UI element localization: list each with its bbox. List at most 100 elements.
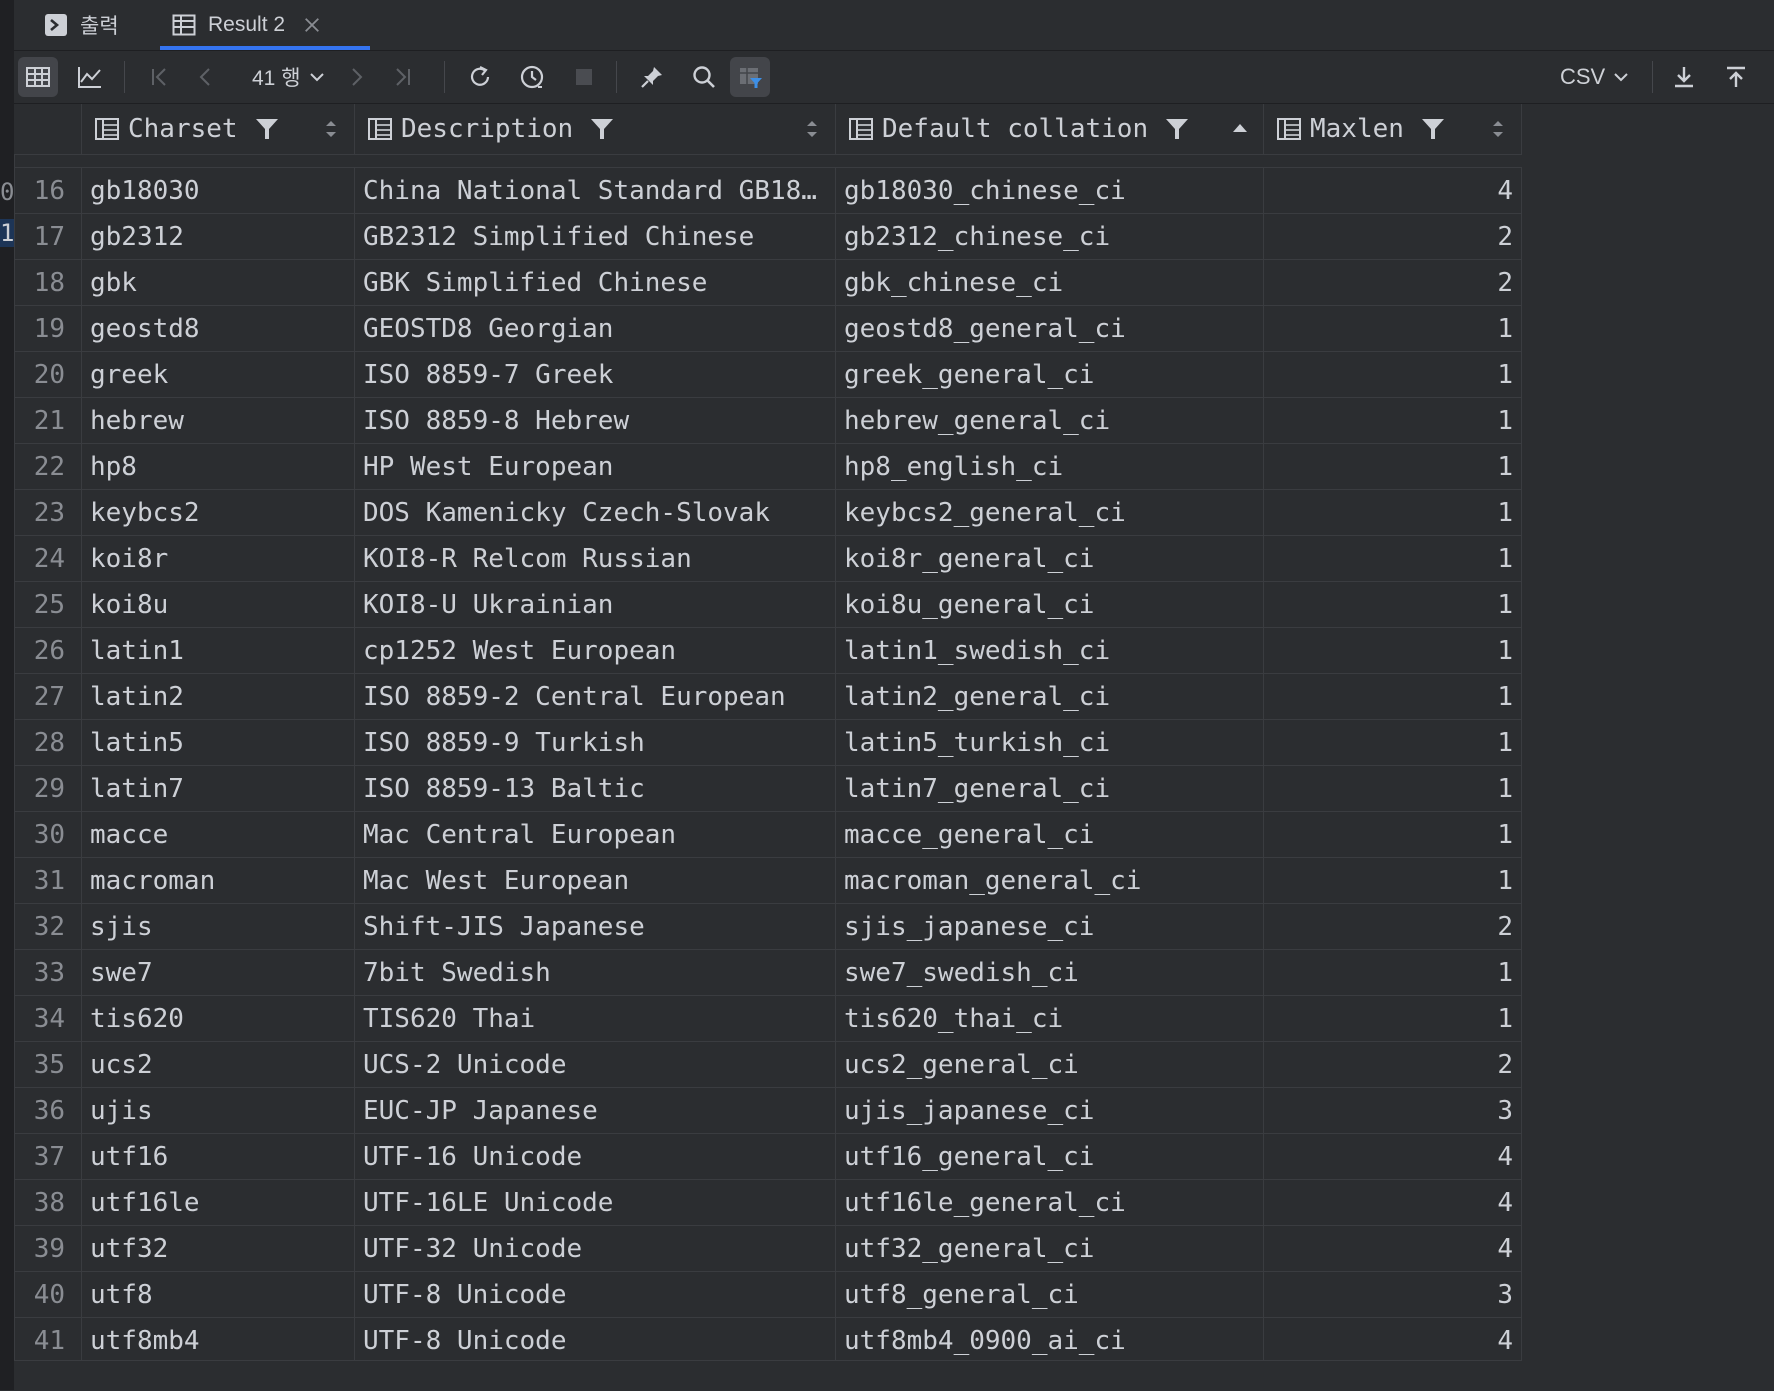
default-collation-cell[interactable]: ucs2_general_ci <box>836 1042 1264 1088</box>
default-collation-cell[interactable]: greek_general_ci <box>836 352 1264 398</box>
download-button[interactable] <box>1664 57 1704 97</box>
chart-view-button[interactable] <box>70 57 110 97</box>
default-collation-cell[interactable]: macroman_general_ci <box>836 858 1264 904</box>
maxlen-cell[interactable]: 4 <box>1264 1134 1522 1180</box>
charset-cell[interactable]: hebrew <box>82 398 355 444</box>
table-row[interactable]: 32 sjis Shift-JIS Japanese sjis_japanese_ci… <box>14 904 1522 950</box>
description-cell[interactable]: ISO 8859-9 Turkish <box>355 720 836 766</box>
charset-cell[interactable]: gbk <box>82 260 355 306</box>
filter-icon[interactable] <box>1420 116 1446 142</box>
maxlen-cell[interactable]: 4 <box>1264 168 1522 214</box>
default-collation-cell[interactable]: utf8mb4_0900_ai_ci <box>836 1318 1264 1364</box>
filter-view-button[interactable] <box>730 57 770 97</box>
table-view-button[interactable] <box>18 57 58 97</box>
description-cell[interactable]: UCS-2 Unicode <box>355 1042 836 1088</box>
default-collation-cell[interactable]: gb18030_chinese_ci <box>836 168 1264 214</box>
default-collation-cell[interactable]: utf32_general_ci <box>836 1226 1264 1272</box>
description-cell[interactable]: DOS Kamenicky Czech-Slovak <box>355 490 836 536</box>
description-cell[interactable]: Shift-JIS Japanese <box>355 904 836 950</box>
maxlen-cell[interactable]: 1 <box>1264 858 1522 904</box>
maxlen-cell[interactable]: 3 <box>1264 1088 1522 1134</box>
charset-cell[interactable]: ucs2 <box>82 1042 355 1088</box>
table-row[interactable]: 19 geostd8 GEOSTD8 Georgian geostd8_general… <box>14 306 1522 352</box>
description-cell[interactable]: TIS620 Thai <box>355 996 836 1042</box>
default-collation-cell[interactable]: latin1_swedish_ci <box>836 628 1264 674</box>
description-cell[interactable]: 7bit Swedish <box>355 950 836 996</box>
table-row[interactable]: 41 utf8mb4 UTF-8 Unicode utf8mb4_0900_ai_ci… <box>14 1318 1522 1364</box>
default-collation-cell[interactable]: ujis_japanese_ci <box>836 1088 1264 1134</box>
maxlen-cell[interactable]: 4 <box>1264 1226 1522 1272</box>
default-collation-cell[interactable]: hp8_english_ci <box>836 444 1264 490</box>
description-cell[interactable]: Mac Central European <box>355 812 836 858</box>
maxlen-cell[interactable]: 2 <box>1264 260 1522 306</box>
charset-cell[interactable]: utf8mb4 <box>82 1318 355 1364</box>
next-page-button[interactable] <box>336 57 376 97</box>
description-cell[interactable]: HP West European <box>355 444 836 490</box>
refresh-button[interactable] <box>460 57 500 97</box>
maxlen-cell[interactable]: 1 <box>1264 306 1522 352</box>
table-row[interactable]: 33 swe7 7bit Swedish swe7_swedish_ci 1 <box>14 950 1522 996</box>
maxlen-cell[interactable]: 1 <box>1264 352 1522 398</box>
table-row[interactable]: 20 greek ISO 8859-7 Greek greek_general_ci 1 <box>14 352 1522 398</box>
maxlen-cell[interactable]: 1 <box>1264 444 1522 490</box>
maxlen-cell[interactable]: 1 <box>1264 674 1522 720</box>
description-cell[interactable]: GBK Simplified Chinese <box>355 260 836 306</box>
description-cell[interactable]: GB2312 Simplified Chinese <box>355 214 836 260</box>
charset-cell[interactable]: utf32 <box>82 1226 355 1272</box>
maxlen-cell[interactable]: 2 <box>1264 1042 1522 1088</box>
description-cell[interactable]: UTF-16 Unicode <box>355 1134 836 1180</box>
charset-cell[interactable]: greek <box>82 352 355 398</box>
default-collation-cell[interactable]: utf16le_general_ci <box>836 1180 1264 1226</box>
charset-cell[interactable]: macce <box>82 812 355 858</box>
export-format-dropdown[interactable]: CSV <box>1560 57 1629 97</box>
column-header-description[interactable]: Description <box>355 104 836 154</box>
table-row[interactable]: 30 macce Mac Central European macce_general… <box>14 812 1522 858</box>
description-cell[interactable]: cp1252 West European <box>355 628 836 674</box>
description-cell[interactable]: UTF-32 Unicode <box>355 1226 836 1272</box>
description-cell[interactable]: ISO 8859-13 Baltic <box>355 766 836 812</box>
filter-icon[interactable] <box>1164 116 1190 142</box>
default-collation-cell[interactable]: macce_general_ci <box>836 812 1264 858</box>
charset-cell[interactable]: latin7 <box>82 766 355 812</box>
last-page-button[interactable] <box>382 57 422 97</box>
charset-cell[interactable]: gb2312 <box>82 214 355 260</box>
maxlen-cell[interactable]: 1 <box>1264 996 1522 1042</box>
table-row[interactable]: 26 latin1 cp1252 West European latin1_swedi… <box>14 628 1522 674</box>
filter-icon[interactable] <box>589 116 615 142</box>
default-collation-cell[interactable]: geostd8_general_ci <box>836 306 1264 352</box>
description-cell[interactable]: ISO 8859-8 Hebrew <box>355 398 836 444</box>
maxlen-cell[interactable]: 2 <box>1264 904 1522 950</box>
charset-cell[interactable]: utf8 <box>82 1272 355 1318</box>
description-cell[interactable]: UTF-16LE Unicode <box>355 1180 836 1226</box>
table-row[interactable]: 39 utf32 UTF-32 Unicode utf32_general_ci 4 <box>14 1226 1522 1272</box>
table-row[interactable]: 21 hebrew ISO 8859-8 Hebrew hebrew_general_… <box>14 398 1522 444</box>
charset-cell[interactable]: sjis <box>82 904 355 950</box>
table-row[interactable]: 18 gbk GBK Simplified Chinese gbk_chinese_c… <box>14 260 1522 306</box>
charset-cell[interactable]: latin1 <box>82 628 355 674</box>
maxlen-cell[interactable]: 4 <box>1264 1180 1522 1226</box>
upload-button[interactable] <box>1716 57 1756 97</box>
column-header-default-collation[interactable]: Default collation <box>836 104 1264 154</box>
first-page-button[interactable] <box>140 57 180 97</box>
table-row[interactable]: 27 latin2 ISO 8859-2 Central European latin… <box>14 674 1522 720</box>
description-cell[interactable]: EUC-JP Japanese <box>355 1088 836 1134</box>
table-row[interactable]: 23 keybcs2 DOS Kamenicky Czech-Slovak keybc… <box>14 490 1522 536</box>
column-header-maxlen[interactable]: Maxlen <box>1264 104 1522 154</box>
maxlen-cell[interactable]: 1 <box>1264 766 1522 812</box>
table-row[interactable]: 16 gb18030 China National Standard GB18… gb… <box>14 168 1522 214</box>
stop-button[interactable] <box>564 57 604 97</box>
description-cell[interactable]: Mac West European <box>355 858 836 904</box>
default-collation-cell[interactable]: koi8u_general_ci <box>836 582 1264 628</box>
charset-cell[interactable]: utf16le <box>82 1180 355 1226</box>
charset-cell[interactable]: gb18030 <box>82 168 355 214</box>
maxlen-cell[interactable]: 2 <box>1264 214 1522 260</box>
table-row[interactable]: 36 ujis EUC-JP Japanese ujis_japanese_ci 3 <box>14 1088 1522 1134</box>
maxlen-cell[interactable]: 4 <box>1264 1318 1522 1364</box>
charset-cell[interactable]: swe7 <box>82 950 355 996</box>
default-collation-cell[interactable]: utf8_general_ci <box>836 1272 1264 1318</box>
table-row[interactable]: 24 koi8r KOI8-R Relcom Russian koi8r_genera… <box>14 536 1522 582</box>
table-row[interactable]: 22 hp8 HP West European hp8_english_ci 1 <box>14 444 1522 490</box>
previous-page-button[interactable] <box>186 57 226 97</box>
charset-cell[interactable]: hp8 <box>82 444 355 490</box>
sort-icon[interactable] <box>801 117 823 141</box>
